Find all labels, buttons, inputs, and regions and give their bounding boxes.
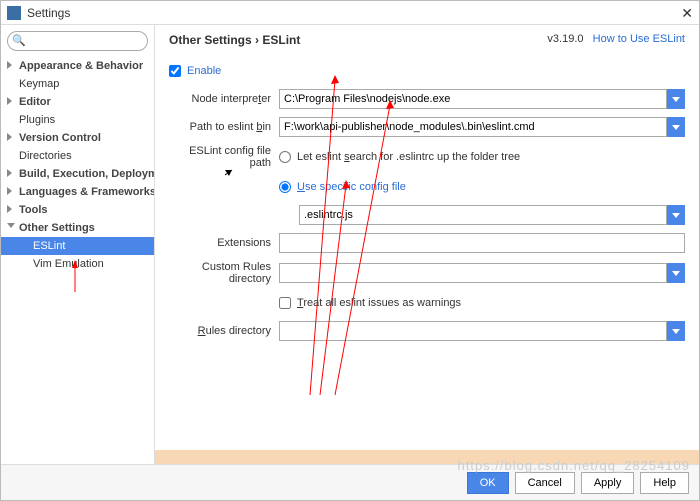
config-path-label: ESLint config file path bbox=[169, 145, 279, 169]
rules-dir-label: Rules directory bbox=[169, 325, 279, 337]
tree-item-label: Plugins bbox=[19, 114, 55, 126]
tree-arrow-icon bbox=[7, 97, 12, 105]
tree-item-keymap[interactable]: Keymap bbox=[1, 75, 154, 93]
tree-arrow-icon bbox=[7, 169, 12, 177]
tree-item-other-settings[interactable]: Other Settings bbox=[1, 219, 154, 237]
tree-item-label: Appearance & Behavior bbox=[19, 60, 143, 72]
enable-label: Enable bbox=[187, 65, 221, 77]
settings-tree: Appearance & Behavior Keymap Editor Plugins… bbox=[1, 57, 154, 464]
help-link[interactable]: How to Use ESLint bbox=[593, 33, 685, 45]
tree-item-editor[interactable]: Editor bbox=[1, 93, 154, 111]
tree-item-languages-frameworks[interactable]: Languages & Frameworks bbox=[1, 183, 154, 201]
help-button[interactable]: Help bbox=[640, 472, 689, 494]
custom-rules-label: Custom Rules directory bbox=[169, 261, 279, 285]
apply-button[interactable]: Apply bbox=[581, 472, 635, 494]
titlebar: Settings ✕ bbox=[1, 1, 699, 25]
cancel-button[interactable]: Cancel bbox=[515, 472, 575, 494]
sidebar: 🔍 Appearance & Behavior Keymap Editor Plugi… bbox=[1, 25, 155, 464]
radio-search[interactable] bbox=[279, 151, 291, 163]
treat-warnings-checkbox[interactable] bbox=[279, 297, 291, 309]
tree-item-label: Other Settings bbox=[19, 222, 95, 234]
close-icon[interactable]: ✕ bbox=[681, 5, 693, 22]
tree-item-label: Directories bbox=[19, 150, 72, 162]
radio-search-label: Let eslint search for .eslintrc up the f… bbox=[297, 151, 520, 163]
treat-warnings-label: Treat all eslint issues as warnings bbox=[297, 297, 461, 309]
tree-item-label: Keymap bbox=[19, 78, 59, 90]
radio-specific[interactable] bbox=[279, 181, 291, 193]
tree-item-label: Version Control bbox=[19, 132, 101, 144]
node-interpreter-label: Node interpreter bbox=[169, 93, 279, 105]
tree-arrow-icon bbox=[7, 205, 12, 213]
tree-arrow-icon bbox=[7, 61, 12, 69]
window-title: Settings bbox=[27, 6, 70, 20]
ok-button[interactable]: OK bbox=[467, 472, 509, 494]
watermark: https://blog.csdn.net/qq_28254109 bbox=[458, 458, 691, 473]
search-box[interactable]: 🔍 bbox=[7, 31, 148, 51]
eslint-bin-input[interactable] bbox=[279, 117, 667, 137]
node-interpreter-input[interactable] bbox=[279, 89, 667, 109]
rules-dir-input[interactable] bbox=[279, 321, 667, 341]
app-icon bbox=[7, 6, 21, 20]
custom-rules-dropdown[interactable] bbox=[667, 263, 685, 283]
tree-item-eslint[interactable]: ESLint bbox=[1, 237, 154, 255]
tree-item-version-control[interactable]: Version Control bbox=[1, 129, 154, 147]
tree-item-label: Languages & Frameworks bbox=[19, 186, 154, 198]
config-file-input[interactable] bbox=[299, 205, 667, 225]
radio-specific-label: Use specific config file bbox=[297, 181, 406, 193]
tree-item-label: Vim Emulation bbox=[33, 258, 104, 270]
tree-item-label: ESLint bbox=[33, 240, 65, 252]
main-panel: Other Settings › ESLint v3.19.0 How to U… bbox=[155, 25, 699, 464]
rules-dir-dropdown[interactable] bbox=[667, 321, 685, 341]
node-interpreter-dropdown[interactable] bbox=[667, 89, 685, 109]
breadcrumb-parent: Other Settings bbox=[169, 33, 252, 47]
tree-item-directories[interactable]: Directories bbox=[1, 147, 154, 165]
search-icon: 🔍 bbox=[12, 34, 26, 47]
tree-arrow-icon bbox=[7, 187, 12, 195]
extensions-input[interactable] bbox=[279, 233, 685, 253]
enable-checkbox[interactable] bbox=[169, 65, 181, 77]
tree-item-appearance-behavior[interactable]: Appearance & Behavior bbox=[1, 57, 154, 75]
custom-rules-input[interactable] bbox=[279, 263, 667, 283]
tree-arrow-icon bbox=[7, 133, 12, 141]
breadcrumb-sep: › bbox=[255, 33, 259, 47]
config-file-dropdown[interactable] bbox=[667, 205, 685, 225]
tree-item-label: Editor bbox=[19, 96, 51, 108]
eslint-bin-dropdown[interactable] bbox=[667, 117, 685, 137]
version-label: v3.19.0 bbox=[547, 33, 583, 45]
tree-arrow-icon bbox=[7, 223, 15, 228]
tree-item-vim-emulation[interactable]: Vim Emulation bbox=[1, 255, 154, 273]
tree-item-label: Tools bbox=[19, 204, 48, 216]
tree-item-tools[interactable]: Tools bbox=[1, 201, 154, 219]
tree-item-plugins[interactable]: Plugins bbox=[1, 111, 154, 129]
search-input[interactable] bbox=[7, 31, 148, 51]
breadcrumb-current: ESLint bbox=[262, 33, 300, 47]
eslint-bin-label: Path to eslint bin bbox=[169, 121, 279, 133]
tree-item-label: Build, Execution, Deployment bbox=[19, 168, 154, 180]
tree-item-build-execution-deployment[interactable]: Build, Execution, Deployment bbox=[1, 165, 154, 183]
extensions-label: Extensions bbox=[169, 237, 279, 249]
